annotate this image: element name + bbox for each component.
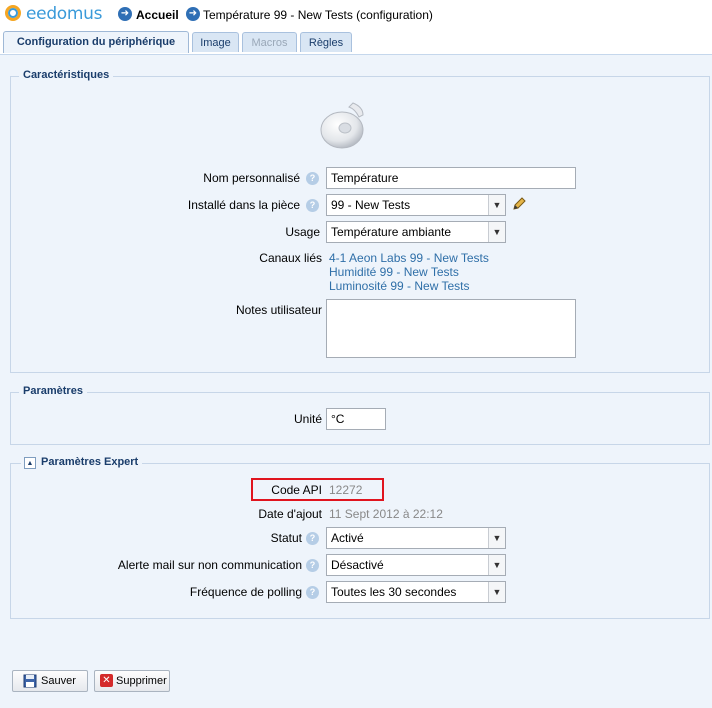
home-arrow-icon[interactable]: ➜	[118, 7, 132, 21]
breadcrumb-home[interactable]: Accueil	[136, 8, 179, 22]
canal-link-humidite[interactable]: Humidité 99 - New Tests	[329, 265, 459, 279]
polling-select-value: Toutes les 30 secondes	[331, 585, 457, 599]
polling-select[interactable]: Toutes les 30 secondes ▼	[326, 581, 506, 603]
piece-label: Installé dans la pièce	[187, 198, 300, 212]
breadcrumb-current-page: Température 99 - New Tests (configuratio…	[203, 8, 433, 22]
polling-label: Fréquence de polling	[189, 585, 302, 599]
save-button-label: Sauver	[41, 675, 76, 687]
nom-help-icon[interactable]: ?	[306, 172, 319, 185]
parametres-expert-legend: Paramètres Expert	[21, 456, 143, 468]
code-api-value: 12272	[329, 483, 363, 497]
statut-label: Statut	[270, 531, 302, 545]
date-ajout-label: Date d'ajout	[258, 507, 322, 521]
polling-help-icon[interactable]: ?	[306, 586, 319, 599]
chevron-down-icon: ▼	[488, 582, 505, 602]
usage-select[interactable]: Température ambiante ▼	[326, 221, 506, 243]
tab-configuration[interactable]: Configuration du périphérique	[3, 31, 189, 53]
piece-help-icon[interactable]: ?	[306, 199, 319, 212]
app-logo-text: eedomus	[26, 4, 103, 24]
unite-input[interactable]: °C	[326, 408, 386, 430]
canal-link-aeon[interactable]: 4-1 Aeon Labs 99 - New Tests	[329, 251, 489, 265]
nom-personnalise-label: Nom personnalisé	[203, 171, 300, 185]
statut-select-value: Activé	[331, 531, 364, 545]
chevron-down-icon: ▼	[488, 555, 505, 575]
alerte-mail-label: Alerte mail sur non communication	[117, 558, 302, 572]
usage-label: Usage	[285, 225, 320, 239]
piece-select[interactable]: 99 - New Tests ▼	[326, 194, 506, 216]
nom-personnalise-input[interactable]: Température	[326, 167, 576, 189]
delete-button[interactable]: ✕ Supprimer	[94, 670, 170, 692]
floppy-disk-icon	[23, 674, 37, 688]
eedomus-logo-inner-icon	[8, 8, 18, 18]
delete-button-label: Supprimer	[116, 675, 167, 687]
sensor-device-image	[320, 102, 364, 149]
page-arrow-icon: ➜	[186, 7, 200, 21]
alerte-help-icon[interactable]: ?	[306, 559, 319, 572]
chevron-down-icon: ▼	[488, 528, 505, 548]
piece-select-value: 99 - New Tests	[331, 198, 411, 212]
save-button[interactable]: Sauver	[12, 670, 88, 692]
usage-select-value: Température ambiante	[331, 225, 452, 239]
statut-help-icon[interactable]: ?	[306, 532, 319, 545]
main-panel: Caractéristiques Nom personnalisé ? Temp…	[0, 54, 712, 708]
collapse-toggle-icon[interactable]: ▲	[24, 457, 36, 469]
chevron-down-icon: ▼	[488, 195, 505, 215]
caracteristiques-legend: Caractéristiques	[19, 69, 114, 81]
notes-utilisateur-textarea[interactable]	[326, 299, 576, 358]
top-bar: eedomus ➜ Accueil ➜ Température 99 - New…	[0, 0, 712, 30]
chevron-down-icon: ▼	[488, 222, 505, 242]
edit-pencil-icon[interactable]	[511, 196, 527, 212]
alerte-mail-select-value: Désactivé	[331, 558, 384, 572]
alerte-mail-select[interactable]: Désactivé ▼	[326, 554, 506, 576]
canal-link-luminosite[interactable]: Luminosité 99 - New Tests	[329, 279, 470, 293]
tab-image[interactable]: Image	[192, 32, 239, 52]
code-api-label: Code API	[271, 483, 322, 497]
unite-label: Unité	[293, 412, 322, 426]
statut-select[interactable]: Activé ▼	[326, 527, 506, 549]
date-ajout-value: 11 Sept 2012 à 22:12	[329, 507, 443, 521]
canaux-lies-label: Canaux liés	[259, 251, 322, 265]
parametres-legend: Paramètres	[19, 385, 87, 397]
notes-utilisateur-label: Notes utilisateur	[235, 303, 322, 317]
delete-x-icon: ✕	[100, 674, 113, 687]
tab-macros: Macros	[242, 32, 297, 52]
tab-regles[interactable]: Règles	[300, 32, 352, 52]
